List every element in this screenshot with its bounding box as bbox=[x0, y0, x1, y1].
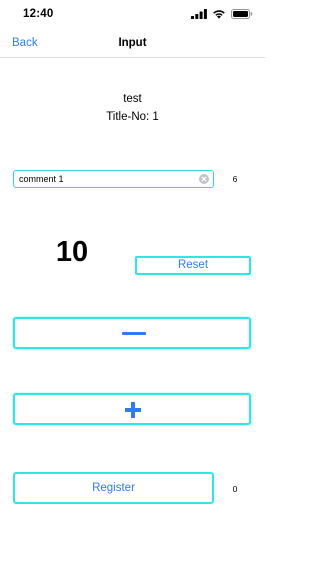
comment-field[interactable] bbox=[13, 170, 214, 188]
comment-char-count: 6 bbox=[232, 174, 238, 184]
item-name: test bbox=[123, 93, 142, 105]
title-number: Title-No: 1 bbox=[106, 111, 159, 123]
cellular-signal-icon bbox=[191, 9, 207, 19]
register-button[interactable]: Register bbox=[13, 472, 214, 504]
clear-text-icon[interactable] bbox=[199, 174, 209, 184]
battery-icon bbox=[231, 9, 253, 19]
decrement-button[interactable] bbox=[13, 317, 251, 349]
status-time: 12:40 bbox=[23, 8, 54, 20]
reset-button[interactable]: Reset bbox=[135, 256, 251, 275]
minus-icon bbox=[122, 332, 146, 335]
increment-button[interactable] bbox=[13, 393, 251, 425]
counter-value: 10 bbox=[55, 236, 89, 268]
status-icons bbox=[191, 9, 253, 19]
page-title: Input bbox=[118, 37, 147, 49]
navigation-bar: Back Input bbox=[0, 30, 265, 58]
status-bar: 12:40 bbox=[0, 0, 265, 30]
comment-input[interactable] bbox=[19, 171, 199, 187]
register-count: 0 bbox=[232, 484, 238, 494]
wifi-icon bbox=[213, 10, 225, 19]
